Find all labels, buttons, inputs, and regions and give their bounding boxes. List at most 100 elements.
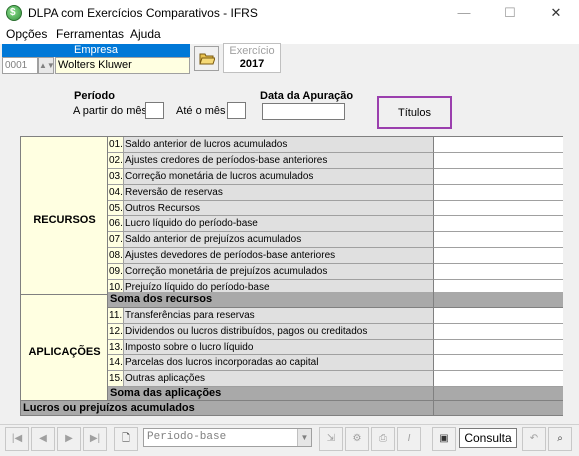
- row-number: 13.: [108, 340, 124, 355]
- chevron-down-icon[interactable]: ▼: [297, 429, 311, 446]
- to-month-input[interactable]: [227, 102, 246, 119]
- exercicio-value: 2017: [239, 58, 265, 70]
- row-value-input[interactable]: [433, 340, 563, 355]
- apuracao-date-input[interactable]: [262, 103, 345, 120]
- prev-record-button[interactable]: ◀: [31, 427, 55, 451]
- row-number: 15.: [108, 371, 124, 387]
- row-value-input[interactable]: [433, 137, 563, 153]
- row-description: Outros Recursos: [124, 201, 433, 216]
- row-value-input[interactable]: [433, 216, 563, 232]
- menu-bar: Opções Ferramentas Ajuda: [0, 26, 579, 44]
- print-button[interactable]: ⎙: [371, 427, 395, 451]
- settings-button[interactable]: ⚙: [345, 427, 369, 451]
- row-number: 05.: [108, 201, 124, 216]
- from-month-input[interactable]: [145, 102, 164, 119]
- row-value-input[interactable]: [433, 201, 563, 216]
- total-label: Lucros ou prejuízos acumulados: [21, 401, 433, 416]
- periodo-label: Período: [74, 90, 115, 102]
- next-record-button[interactable]: ▶: [57, 427, 81, 451]
- last-record-button[interactable]: ▶|: [83, 427, 107, 451]
- row-value-input[interactable]: [433, 264, 563, 280]
- row-description: Imposto sobre o lucro líquido: [124, 340, 433, 355]
- row-value-input[interactable]: [433, 248, 563, 264]
- row-number: 01.: [108, 137, 124, 153]
- window-title: DLPA com Exercícios Comparativos - IFRS: [28, 6, 258, 20]
- title-bar: $ DLPA com Exercícios Comparativos - IFR…: [0, 0, 579, 26]
- dlpa-grid: RECURSOS 01. Saldo anterior de lucros ac…: [20, 136, 563, 416]
- row-description: Ajustes devedores de períodos-base anter…: [124, 248, 433, 264]
- exercicio-box: Exercício 2017: [223, 43, 281, 73]
- close-button[interactable]: ✕: [533, 0, 579, 26]
- search-button[interactable]: ⌕: [548, 427, 572, 451]
- row-description: Correção monetária de lucros acumulados: [124, 169, 433, 185]
- group-recursos: RECURSOS: [21, 137, 108, 295]
- group-recursos-label: RECURSOS: [33, 214, 96, 226]
- sum-aplicacoes-label: Soma das aplicações: [108, 387, 433, 401]
- empresa-name-field[interactable]: Wolters Kluwer: [55, 57, 190, 74]
- sum-aplicacoes-value: [433, 387, 563, 401]
- menu-ajuda[interactable]: Ajuda: [130, 27, 161, 41]
- row-number: 02.: [108, 153, 124, 169]
- group-recursos-sum-spacer: [21, 295, 108, 309]
- group-aplicacoes: APLICAÇÕES: [21, 308, 108, 401]
- new-document-button[interactable]: 🗋: [114, 427, 138, 451]
- undo-button[interactable]: ↶: [522, 427, 546, 451]
- empresa-spin-button[interactable]: ▲▼: [38, 57, 55, 74]
- row-value-input[interactable]: [433, 371, 563, 387]
- titulos-button[interactable]: Títulos: [377, 96, 452, 129]
- row-number: 06.: [108, 216, 124, 232]
- row-value-input[interactable]: [433, 185, 563, 201]
- undo-icon: ↶: [529, 433, 539, 444]
- total-value: [433, 401, 563, 416]
- prev-record-icon: ◀: [39, 433, 47, 444]
- row-value-input[interactable]: [433, 169, 563, 185]
- group-aplicacoes-label: APLICAÇÕES: [28, 346, 101, 358]
- row-value-input[interactable]: [433, 355, 563, 371]
- first-record-button[interactable]: |◀: [5, 427, 29, 451]
- row-number: 14.: [108, 355, 124, 371]
- row-value-input[interactable]: [433, 324, 563, 340]
- apuracao-label: Data da Apuração: [260, 90, 354, 102]
- row-description: Correção monetária de prejuízos acumulad…: [124, 264, 433, 280]
- menu-opcoes[interactable]: Opções: [6, 27, 47, 41]
- row-value-input[interactable]: [433, 232, 563, 248]
- period-combo[interactable]: Periodo-base: [143, 428, 312, 447]
- row-description: Outras aplicações: [124, 371, 433, 387]
- new-document-icon: 🗋: [121, 433, 131, 444]
- italic-button[interactable]: I: [397, 427, 421, 451]
- mode-display: Consulta: [459, 428, 517, 448]
- row-description: Lucro líquido do período-base: [124, 216, 433, 232]
- empresa-label: Empresa: [2, 44, 190, 57]
- row-description: Ajustes credores de períodos-base anteri…: [124, 153, 433, 169]
- save-button[interactable]: ▣: [432, 427, 456, 451]
- save-icon: ▣: [439, 433, 449, 444]
- row-description: Saldo anterior de prejuízos acumulados: [124, 232, 433, 248]
- printer-icon: ⎙: [379, 433, 387, 444]
- row-number: 08.: [108, 248, 124, 264]
- row-description: Reversão de reservas: [124, 185, 433, 201]
- row-value-input[interactable]: [433, 153, 563, 169]
- row-number: 12.: [108, 324, 124, 340]
- open-folder-button[interactable]: [194, 46, 219, 71]
- exercicio-label: Exercício: [229, 45, 275, 57]
- open-folder-icon: [199, 53, 215, 65]
- row-number: 11.: [108, 308, 124, 324]
- italic-icon: I: [407, 433, 411, 444]
- sum-recursos-label: Soma dos recursos: [108, 292, 433, 308]
- app-globe-icon[interactable]: $: [6, 5, 22, 21]
- menu-ferramentas[interactable]: Ferramentas: [56, 27, 124, 41]
- maximize-button[interactable]: ☐: [487, 0, 533, 26]
- empresa-code-field[interactable]: 0001: [2, 57, 38, 74]
- sum-recursos-value: [433, 292, 563, 308]
- row-description: Dividendos ou lucros distribuídos, pagos…: [124, 324, 433, 340]
- from-month-label: A partir do mês: [73, 105, 147, 117]
- row-description: Transferências para reservas: [124, 308, 433, 324]
- row-value-input[interactable]: [433, 308, 563, 324]
- minimize-button[interactable]: —: [441, 0, 487, 26]
- row-number: 03.: [108, 169, 124, 185]
- import-button[interactable]: ⇲: [319, 427, 343, 451]
- titulos-button-label: Títulos: [397, 107, 431, 119]
- binoculars-icon: ⌕: [557, 433, 563, 444]
- first-record-icon: |◀: [11, 433, 23, 444]
- to-month-label: Até o mês: [176, 105, 226, 117]
